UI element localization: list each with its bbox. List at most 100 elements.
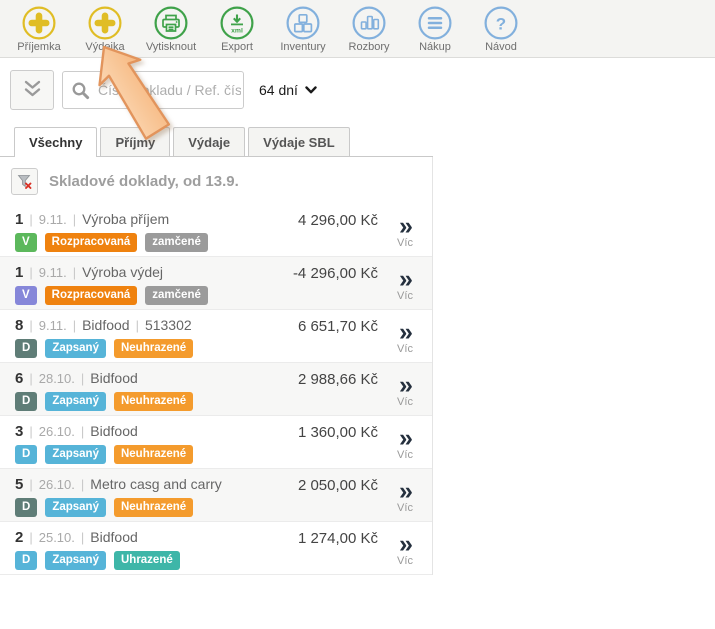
doc-amount: 1 274,00 Kč: [298, 530, 378, 547]
status-badge: Zapsaný: [45, 392, 106, 411]
doc-date: 9.11.: [39, 265, 67, 280]
double-chevron-right-icon: »: [399, 268, 411, 290]
doc-date: 9.11.: [39, 212, 67, 227]
more-label: Víc: [397, 555, 413, 567]
separator: |: [29, 371, 32, 386]
documents-panel: Všechny Příjmy Výdaje Výdaje SBL Skladov…: [0, 125, 433, 575]
toolbar-button-label: Výdejka: [85, 41, 124, 53]
more-label: Víc: [397, 502, 413, 514]
doc-title: Výroba příjem: [82, 211, 169, 227]
doc-title: Výroba výdej: [82, 264, 163, 280]
question-icon: ?: [484, 6, 518, 40]
double-chevron-right-icon: »: [399, 480, 411, 502]
doc-title: Metro casg and carry: [90, 476, 222, 492]
separator: |: [73, 212, 76, 227]
doc-date: 9.11.: [39, 318, 67, 333]
toolbar-button-export[interactable]: xml Export: [204, 6, 270, 53]
filter-row: 64 dní: [0, 58, 715, 111]
separator: |: [73, 318, 76, 333]
separator: |: [29, 530, 32, 545]
separator: |: [81, 530, 84, 545]
toolbar-button-vydejka[interactable]: Výdejka: [72, 6, 138, 53]
toolbar-button-label: Rozbory: [349, 41, 390, 53]
status-badge: Zapsaný: [45, 551, 106, 570]
tab-label: Výdaje SBL: [263, 135, 335, 150]
tab-bar: Všechny Příjmy Výdaje Výdaje SBL: [0, 125, 433, 157]
period-dropdown[interactable]: 64 dní: [259, 82, 317, 98]
doc-date: 26.10.: [39, 424, 75, 439]
toolbar-button-inventury[interactable]: Inventury: [270, 6, 336, 53]
more-label: Víc: [397, 237, 413, 249]
toolbar-button-prijemka[interactable]: Příjemka: [6, 6, 72, 53]
doc-count: 2: [15, 529, 23, 546]
tab-prijmy[interactable]: Příjmy: [100, 127, 170, 156]
double-chevron-right-icon: »: [399, 321, 411, 343]
document-row[interactable]: 6 | 28.10. | Bidfood DZapsanýNeuhrazené …: [0, 363, 432, 416]
status-badge: zamčené: [145, 233, 208, 252]
more-button[interactable]: » Víc: [378, 472, 432, 521]
badges: DZapsanýNeuhrazené: [15, 339, 378, 358]
doc-amount: 2 050,00 Kč: [298, 477, 378, 494]
badges: VRozpracovanázamčené: [15, 286, 378, 305]
status-badge: Neuhrazené: [114, 339, 193, 358]
toolbar-button-rozbory[interactable]: Rozbory: [336, 6, 402, 53]
more-button[interactable]: » Víc: [378, 525, 432, 574]
badges: D Zapsaný Neuhrazené: [15, 445, 378, 464]
printer-icon: [154, 6, 188, 40]
status-badge: Zapsaný: [45, 445, 106, 464]
toolbar-button-label: Export: [221, 41, 253, 53]
receipt-plus-icon: [22, 6, 56, 40]
doc-count: 5: [15, 476, 23, 493]
toolbar-button-label: Návod: [485, 41, 517, 53]
double-chevron-right-icon: »: [399, 374, 411, 396]
more-button[interactable]: » Víc: [378, 366, 432, 415]
bar-chart-icon: [352, 6, 386, 40]
doc-date: 28.10.: [39, 371, 75, 386]
document-row[interactable]: 2 | 25.10. | Bidfood DZapsanýUhrazené 1 …: [0, 522, 432, 575]
more-button[interactable]: » Víc: [378, 419, 432, 468]
status-badge: zamčené: [145, 286, 208, 305]
svg-text:?: ?: [496, 15, 506, 34]
list-title: Skladové doklady, od 13.9.: [49, 173, 239, 190]
doc-amount: 6 651,70 Kč: [298, 318, 378, 335]
document-row[interactable]: 1 | 9.11. | Výroba příjem VRozpracovanáz…: [0, 204, 432, 257]
toolbar-button-navod[interactable]: ? Návod: [468, 6, 534, 53]
separator: |: [29, 318, 32, 333]
chevron-down-icon: [305, 86, 317, 95]
toolbar-button-nakup[interactable]: Nákup: [402, 6, 468, 53]
document-row[interactable]: 1 | 9.11. | Výroba výdej VRozpracovanáza…: [0, 257, 432, 310]
more-button[interactable]: » Víc: [378, 260, 432, 309]
toolbar-button-label: Inventury: [280, 41, 325, 53]
tab-vsechny[interactable]: Všechny: [14, 127, 97, 157]
status-badge: Neuhrazené: [114, 392, 193, 411]
clear-filter-button[interactable]: [11, 168, 38, 195]
expand-filters-button[interactable]: [10, 70, 54, 110]
badges: VRozpracovanázamčené: [15, 233, 378, 252]
doc-amount: 2 988,66 Kč: [298, 371, 378, 388]
badges: DZapsanýNeuhrazené: [15, 498, 378, 517]
tab-vydaje-sbl[interactable]: Výdaje SBL: [248, 127, 350, 156]
filter-remove-icon: [16, 173, 33, 190]
status-badge: D: [15, 445, 37, 464]
separator: |: [29, 212, 32, 227]
document-row[interactable]: 8 | 9.11. | Bidfood | 513302 DZapsanýNeu…: [0, 310, 432, 363]
toolbar-button-vytisknout[interactable]: Vytisknout: [138, 6, 204, 53]
doc-date: 26.10.: [39, 477, 75, 492]
tab-vydaje[interactable]: Výdaje: [173, 127, 245, 156]
doc-title: Bidfood: [82, 317, 129, 333]
badges: DZapsanýNeuhrazené: [15, 392, 378, 411]
issue-plus-icon: [88, 6, 122, 40]
badges: DZapsanýUhrazené: [15, 551, 378, 570]
more-button[interactable]: » Víc: [378, 207, 432, 256]
list-header: Skladové doklady, od 13.9.: [0, 157, 432, 204]
search-input[interactable]: [96, 81, 243, 99]
document-row[interactable]: 5 | 26.10. | Metro casg and carry DZapsa…: [0, 469, 432, 522]
doc-title: Bidfood: [90, 423, 137, 439]
toolbar: Příjemka Výdejka Vytisknout xml Export I…: [0, 0, 715, 58]
status-badge: Neuhrazené: [114, 445, 193, 464]
separator: |: [136, 318, 139, 333]
document-row[interactable]: 3 | 26.10. | Bidfood DZapsanýNeuhrazené …: [0, 416, 432, 469]
more-button[interactable]: » Víc: [378, 313, 432, 362]
svg-text:xml: xml: [231, 28, 243, 35]
more-label: Víc: [397, 343, 413, 355]
